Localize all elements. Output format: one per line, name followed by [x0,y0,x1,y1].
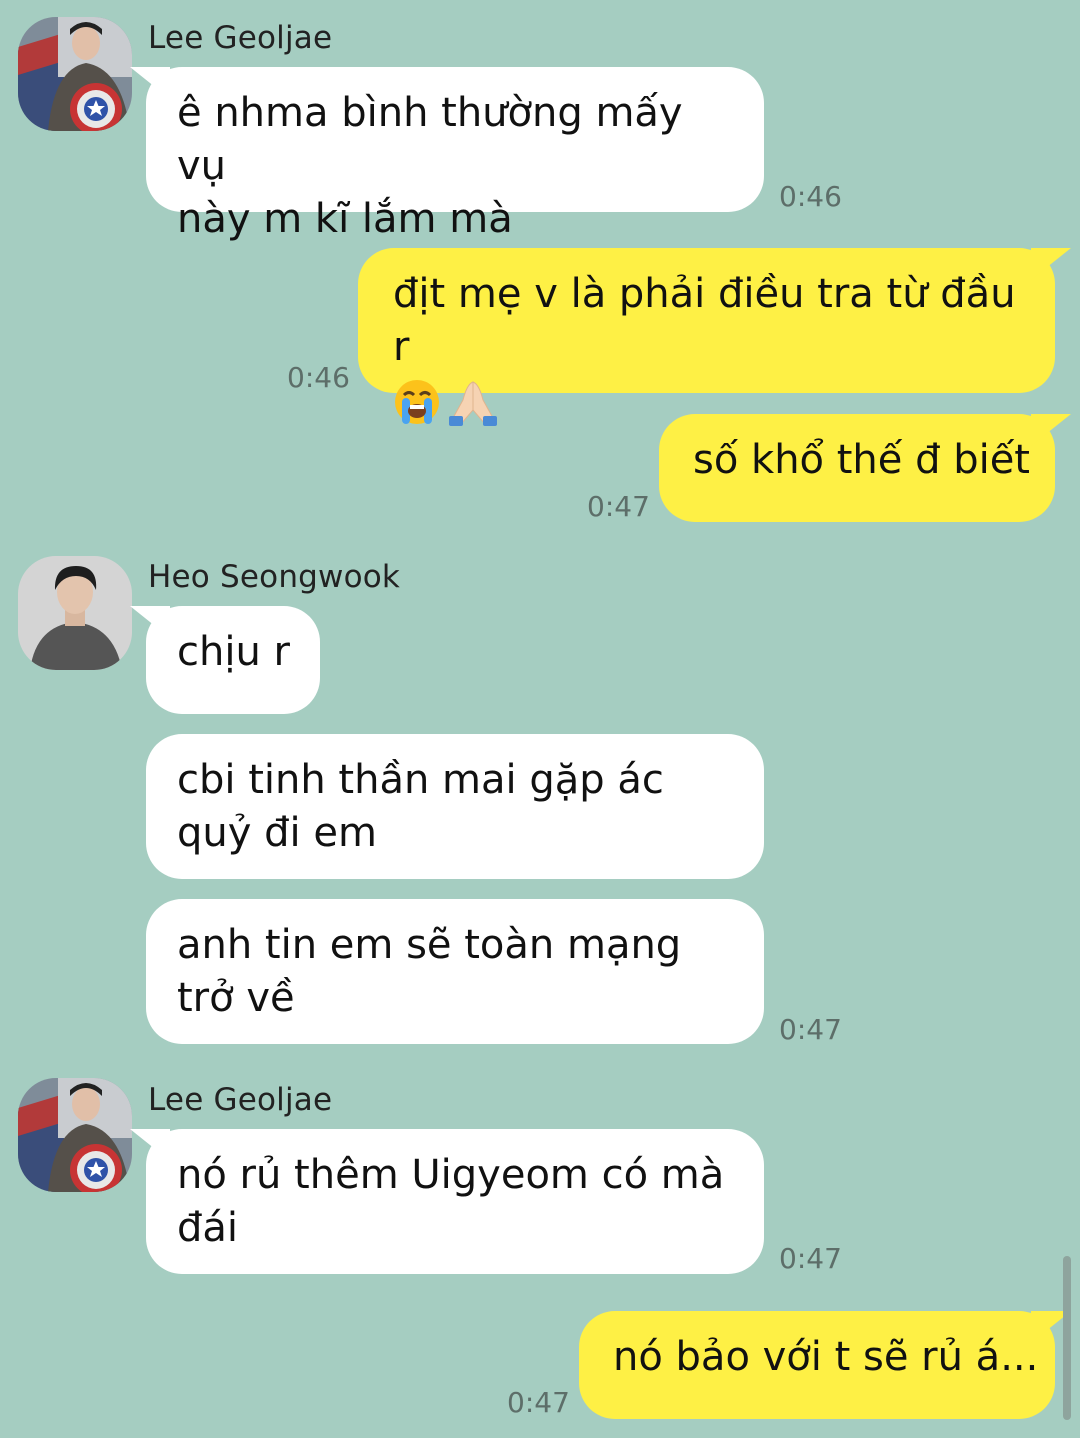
loudly-crying-face-emoji [393,378,441,440]
message-bubble[interactable]: nó rủ thêm Uigyeom có mà đái [130,1129,764,1274]
message-bubble[interactable]: số khổ thế đ biết [659,414,1071,522]
message-text: ê nhma bình thường mấy vụ [177,90,683,189]
bubble-tail [130,67,170,99]
message-text: đái [177,1205,239,1251]
message-text: này m kĩ lắm mà [177,196,513,242]
message-timestamp: 0:47 [587,490,650,523]
avatar-lee-geoljae[interactable] [18,1078,132,1192]
message-text: chịu r [177,629,290,675]
message-timestamp: 0:46 [287,361,350,394]
message-bubble[interactable]: địt mẹ v là phải điều tra từ đầu r [358,248,1071,426]
bubble-tail [130,1129,170,1161]
message-timestamp: 0:47 [779,1013,842,1046]
sender-name: Heo Seongwook [148,559,401,595]
sender-name: Lee Geoljae [148,20,333,56]
message-bubble[interactable]: cbi tinh thần mai gặp ác quỷ đi em [146,734,764,879]
sender-name: Lee Geoljae [148,1082,333,1118]
scrollbar[interactable] [1063,1256,1071,1420]
message-timestamp: 0:46 [779,180,842,213]
message-timestamp: 0:47 [779,1242,842,1275]
message-bubble[interactable]: anh tin em sẽ toàn mạng trở về [146,899,764,1044]
folded-hands-emoji [447,378,499,440]
message-timestamp: 0:47 [507,1386,570,1419]
message-text: trở về [177,975,295,1021]
bubble-tail [1031,414,1071,446]
bubble-tail [130,606,170,638]
avatar-lee-geoljae[interactable] [18,17,132,131]
message-text: nó rủ thêm Uigyeom có mà [177,1152,725,1198]
bubble-tail [1031,248,1071,280]
message-bubble[interactable]: ê nhma bình thường mấy vụ này m kĩ lắm m… [130,67,764,242]
message-bubble[interactable]: chịu r [130,606,320,714]
message-text: quỷ đi em [177,810,377,856]
avatar-heo-seongwook[interactable] [18,556,132,670]
message-text: cbi tinh thần mai gặp ác [177,757,664,803]
message-text: địt mẹ v là phải điều tra từ đầu r [393,271,1016,370]
message-text: anh tin em sẽ toàn mạng [177,922,682,968]
message-text: số khổ thế đ biết [693,437,1030,483]
message-bubble[interactable]: nó bảo với t sẽ rủ á... [579,1311,1071,1419]
message-text: nó bảo với t sẽ rủ á... [613,1334,1039,1380]
